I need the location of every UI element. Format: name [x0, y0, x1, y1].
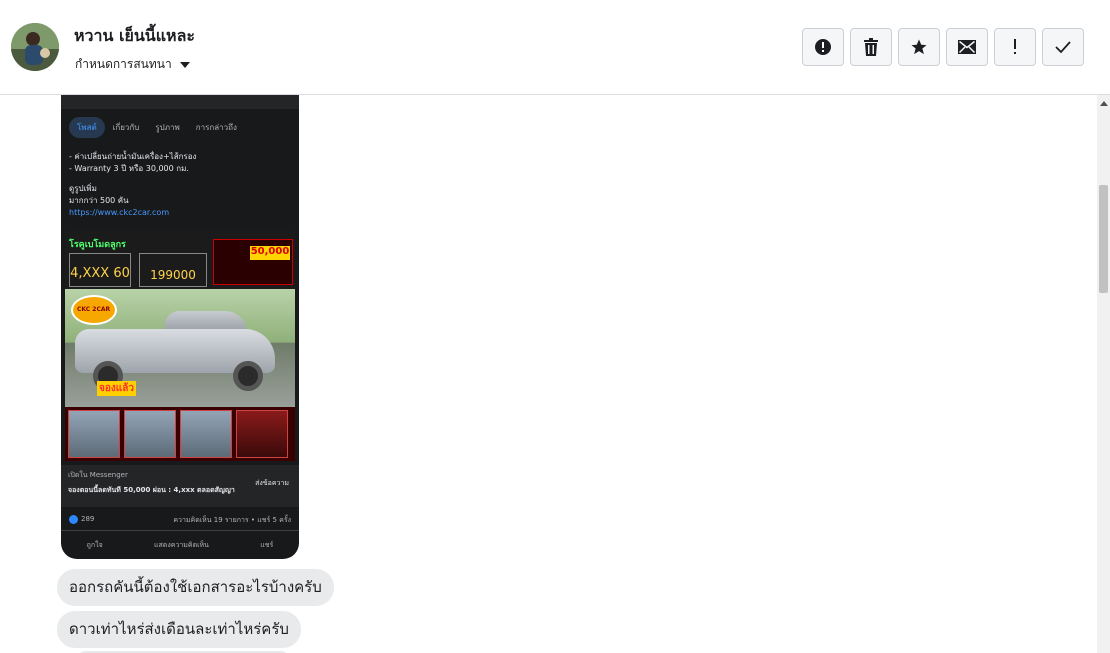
car-photo: CKC 2CAR จองแล้ว [65, 289, 295, 407]
post-link: https://www.ckc2car.com [69, 208, 170, 217]
contact-name: หวาน เย็นนี้แหละ [74, 26, 195, 45]
ad-title: จองตอนนี้ลดทันที 50,000 ผ่อน : 4,xxx ตลอ… [68, 486, 235, 494]
follow-up-button[interactable] [994, 28, 1036, 66]
scroll-thumb[interactable] [1099, 185, 1108, 293]
like-button-label: ถูกใจ [86, 540, 103, 549]
dealer-logo-text: CKC 2CAR [77, 306, 111, 313]
report-spam-button[interactable] [802, 28, 844, 66]
header-actions [802, 28, 1084, 66]
ad-source: เปิดใน Messenger [68, 471, 128, 479]
assign-conversation-dropdown[interactable]: กำหนดการสนทนา [75, 55, 190, 74]
like-reaction-icon [69, 515, 78, 524]
mark-unread-button[interactable] [946, 28, 988, 66]
tab-about: เกี่ยวกับ [112, 122, 140, 132]
ad-thumbnails [65, 407, 295, 461]
ad-footer: เปิดใน Messenger จองตอนนี้ลดทันที 50,000… [61, 465, 299, 507]
star-icon [911, 39, 927, 55]
exclamation-icon [1014, 39, 1016, 54]
post-text-line: มากกว่า 500 คัน [69, 196, 129, 205]
star-button[interactable] [898, 28, 940, 66]
caret-down-icon [179, 61, 190, 68]
comments-shares-count: ความคิดเห็น 19 รายการ • แชร์ 5 ครั้ง [173, 516, 291, 524]
message-bubble[interactable]: ออกรถคันนี้ต้องใช้เอกสารอะไรบ้างครับ [57, 569, 334, 606]
ad-promo-amount: 50,000 [250, 246, 290, 260]
envelope-icon [958, 40, 976, 54]
ad-down-payment: 4,XXX 60 [69, 253, 131, 287]
message-bubble[interactable]: ดาวเท่าไหร่ส่งเดือนละเท่าไหร่ครับ [57, 611, 301, 648]
ad-promo-box: 50,000 [213, 239, 293, 285]
like-count: 289 [81, 515, 95, 523]
trash-icon [864, 38, 878, 56]
thumbnail-interior [180, 410, 232, 458]
mark-done-button[interactable] [1042, 28, 1084, 66]
exclamation-circle-icon [815, 39, 831, 55]
thumbnail-front [68, 410, 120, 458]
best-seller-badge [236, 410, 288, 458]
ad-price: 199000 [139, 253, 207, 287]
avatar[interactable] [11, 23, 59, 71]
post-text-line: - Warranty 3 ปี หรือ 30,000 กม. [69, 164, 189, 173]
assign-label: กำหนดการสนทนา [75, 57, 172, 71]
post-text-line: ดูรูปเพิ่ม [69, 184, 97, 193]
scroll-up-arrow-icon[interactable] [1100, 101, 1108, 106]
car-wheel [233, 361, 263, 391]
tab-posts: โพสต์ [69, 116, 105, 138]
post-text-line: - ค่าเปลี่ยนถ่ายน้ำมันเครื่อง+ไส้กรอง [69, 152, 197, 161]
thumbnail-rear [124, 410, 176, 458]
thread-scrollbar[interactable] [1097, 95, 1110, 653]
ad-top-banner: โรคูเบโมดลูกร 4,XXX 60 199000 50,000 [65, 231, 295, 289]
comment-button-label: แสดงความคิดเห็น [154, 540, 209, 549]
delete-button[interactable] [850, 28, 892, 66]
dealer-logo: CKC 2CAR [71, 295, 117, 325]
shared-post-image[interactable]: โพสต์ เกี่ยวกับ รูปภาพ การกล่าวถึง - ค่า… [61, 95, 299, 559]
ad-send-button: ส่งข้อความ [255, 479, 289, 487]
post-tabs: โพสต์ เกี่ยวกับ รูปภาพ การกล่าวถึง [61, 109, 299, 145]
post-text: - ค่าเปลี่ยนถ่ายน้ำมันเครื่อง+ไส้กรอง - … [69, 151, 293, 219]
phone-search-bar [61, 95, 299, 109]
ad-headline: โรคูเบโมดลูกร [69, 240, 126, 250]
message-thread[interactable]: โพสต์ เกี่ยวกับ รูปภาพ การกล่าวถึง - ค่า… [0, 95, 1097, 653]
tab-photos: รูปภาพ [155, 122, 180, 132]
post-action-row: ถูกใจ แสดงความคิดเห็น แชร์ [61, 533, 299, 557]
share-button-label: แชร์ [260, 540, 274, 549]
car-ad-graphic: โรคูเบโมดลูกร 4,XXX 60 199000 50,000 CKC… [65, 231, 295, 461]
checkmark-icon [1055, 41, 1071, 54]
sold-tag: จองแล้ว [97, 381, 136, 396]
tab-mentions: การกล่าวถึง [195, 122, 237, 132]
reaction-row: 289 ความคิดเห็น 19 รายการ • แชร์ 5 ครั้ง [61, 509, 299, 531]
conversation-header: หวาน เย็นนี้แหละ กำหนดการสนทนา [0, 0, 1110, 95]
